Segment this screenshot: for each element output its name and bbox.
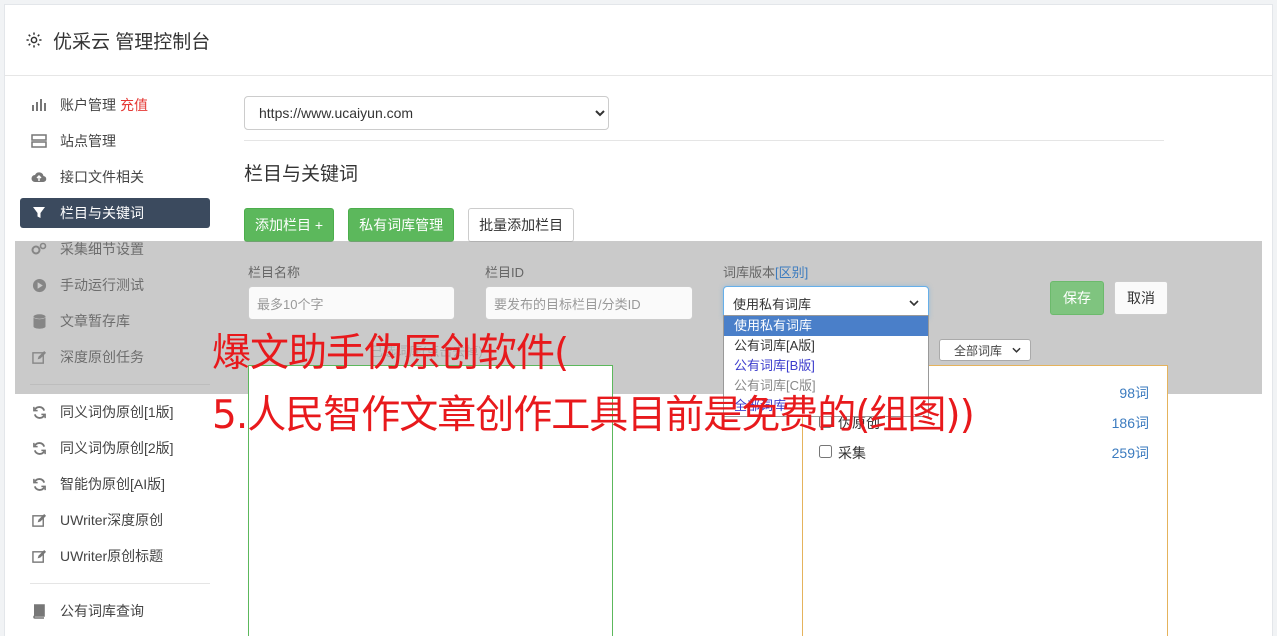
cancel-group: 取消 [1114,281,1168,315]
version-label: 词库版本[区别] [723,262,929,280]
bar-chart-icon [31,97,47,113]
chevron-down-icon [909,300,919,306]
sidebar-item-synonym-v2[interactable]: 同义词伪原创[2版] [20,433,210,463]
watermark-line-2: 5.人民智作文章创作工具目前是免费的(组图)) [212,393,975,438]
filter-value: 全部词库 [954,343,1003,358]
sidebar-item-label: 同义词伪原创[1版] [60,404,174,420]
add-column-button[interactable]: 添加栏目 + [244,208,335,242]
sidebar-divider [30,583,210,584]
sidebar-item-account[interactable]: 账户管理 充值 [20,90,210,120]
library-row[interactable]: 采集 259词 [819,443,1149,463]
sidebar-item-label: 智能伪原创[AI版] [60,476,166,492]
column-name-input[interactable]: 最多10个字 [248,286,455,320]
sidebar-item-synonym-v1[interactable]: 同义词伪原创[1版] [20,397,210,427]
sidebar-item-label: 栏目与关键词 [60,205,144,221]
library-count: 186词 [1111,415,1149,431]
dropdown-option[interactable]: 公有词库[A版] [724,336,928,356]
sidebar-item-label: 公有词库查询 [60,603,144,619]
version-field-group: 词库版本[区别] 使用私有词库 [723,262,929,320]
recharge-link[interactable]: 充值 [120,95,148,115]
sidebar-item-uwriter-title[interactable]: UWriter原创标题 [20,541,210,571]
filter-icon [31,205,47,221]
save-group: 保存 [1050,281,1104,315]
app-title: 优采云 管理控制台 [53,31,211,53]
app-header: 优采云 管理控制台 [5,5,1272,76]
sidebar-item-ai-rewrite[interactable]: 智能伪原创[AI版] [20,469,210,499]
cloud-upload-icon [31,169,47,185]
sidebar-item-label: UWriter深度原创 [60,512,164,528]
id-field-group: 栏目ID 要发布的目标栏目/分类ID [485,262,693,320]
sidebar-item-label: 接口文件相关 [60,169,144,185]
column-id-input[interactable]: 要发布的目标栏目/分类ID [485,286,693,320]
private-lib-button[interactable]: 私有词库管理 [348,208,455,242]
difference-link[interactable]: [区别] [775,265,808,280]
edit-icon [31,548,47,564]
library-count: 259词 [1111,445,1149,461]
chevron-down-icon [1012,347,1021,353]
action-buttons: 添加栏目 + 私有词库管理 批量添加栏目 [244,208,1164,242]
watermark-line-1: 爆文助手伪原创软件( [212,331,569,376]
book-icon [31,603,47,619]
sidebar-item-label: UWriter原创标题 [60,548,164,564]
sidebar-item-uwriter-deep[interactable]: UWriter深度原创 [20,505,210,535]
gear-icon [26,32,42,48]
dropdown-option[interactable]: 使用私有词库 [724,316,928,336]
cancel-button[interactable]: 取消 [1114,281,1168,315]
site-select[interactable]: https://www.ucaiyun.com [244,96,609,130]
refresh-icon [31,440,47,456]
sidebar-item-public-lib[interactable]: 公有词库查询 [20,596,210,626]
sidebar-item-sites[interactable]: 站点管理 [20,126,210,156]
dropdown-option[interactable]: 公有词库[B版] [724,356,928,376]
sidebar-item-api[interactable]: 接口文件相关 [20,162,210,192]
version-select-value: 使用私有词库 [733,296,812,312]
sidebar-item-columns[interactable]: 栏目与关键词 [20,198,210,228]
sidebar-item-label: 账户管理 [60,97,116,113]
library-count: 98词 [1119,385,1149,401]
library-name: 采集 [838,445,866,461]
library-checkbox[interactable] [819,445,832,458]
edit-icon [31,512,47,528]
save-button[interactable]: 保存 [1050,281,1104,315]
refresh-icon [31,476,47,492]
sidebar-item-label: 站点管理 [60,133,116,149]
divider [244,140,1164,141]
name-field-group: 栏目名称 最多10个字 [248,262,455,320]
id-label: 栏目ID [485,265,525,280]
version-label-text: 词库版本 [723,265,776,280]
section-title: 栏目与关键词 [244,164,359,185]
name-label: 栏目名称 [248,265,301,280]
library-option[interactable]: 采集 [819,443,866,463]
main-content: https://www.ucaiyun.com 栏目与关键词 添加栏目 + 私有… [244,96,1164,242]
sidebar-item-label: 同义词伪原创[2版] [60,440,174,456]
batch-add-button[interactable]: 批量添加栏目 [468,208,575,242]
refresh-icon [31,404,47,420]
library-filter-select[interactable]: 全部词库 [939,339,1031,361]
server-icon [31,133,47,149]
